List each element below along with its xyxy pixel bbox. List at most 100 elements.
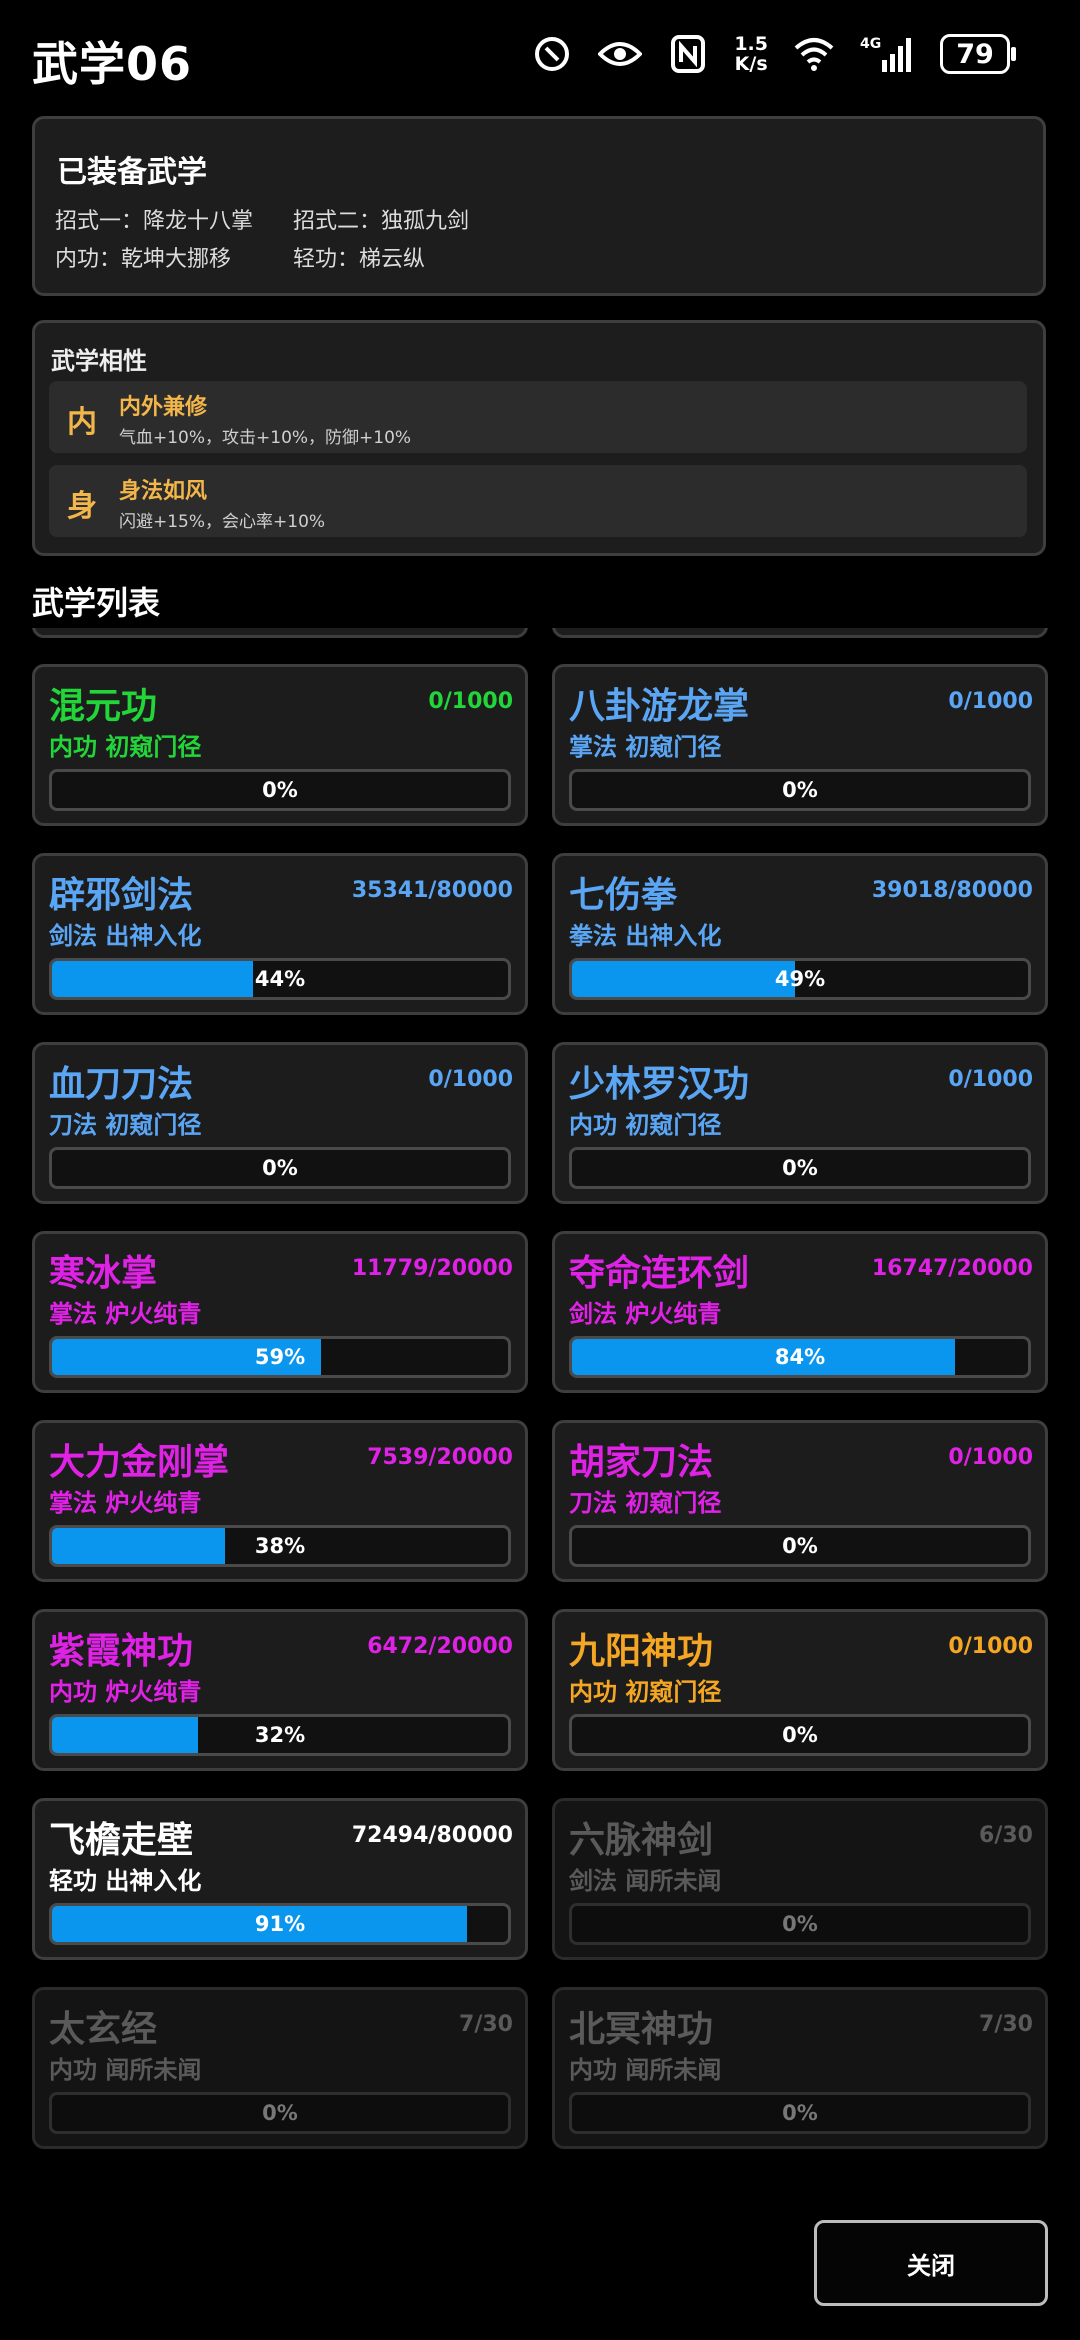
close-button[interactable]: 关闭 [814,2220,1048,2306]
skill-type-level: 内功 炉火纯青 [49,1678,202,1706]
skill-progress: 6/30 [979,1823,1033,1848]
wifi-icon [792,32,836,76]
affinity-desc: 气血+10%，攻击+10%，防御+10% [119,428,412,448]
skill-card[interactable]: 八卦游龙掌 0/1000 掌法 初窥门径 0% [552,664,1048,826]
skill-type-level: 内功 闻所未闻 [569,2056,722,2084]
skill-type-level: 内功 初窥门径 [569,1111,722,1139]
silent-mode-icon [530,32,574,76]
skill-card[interactable]: 大力金刚掌 7539/20000 掌法 炉火纯青 38% [32,1420,528,1582]
skill-card[interactable]: 北冥神功 7/30 内功 闻所未闻 0% [552,1987,1048,2149]
skill-list[interactable]: 混元功 0/1000 内功 初窥门径 0% 八卦游龙掌 0/1000 掌法 初窥门径 0% 辟邪… [32,628,1048,2158]
skill-name: 大力金刚掌 [49,1442,230,1483]
progress-percent: 0% [782,1534,818,1558]
affinity-name: 内外兼修 [119,395,208,420]
battery-icon: 79 [940,34,1016,74]
affinity-name: 身法如风 [119,479,208,504]
skill-card[interactable]: 血刀刀法 0/1000 刀法 初窥门径 0% [32,1042,528,1204]
affinity-desc: 闪避+15%，会心率+10% [119,512,326,532]
skill-name: 六脉神剑 [569,1820,714,1861]
skill-card[interactable]: 辟邪剑法 35341/80000 剑法 出神入化 44% [32,853,528,1015]
skill-progress: 0/1000 [428,689,513,714]
progress-bar: 59% [49,1336,511,1378]
skill-type-level: 剑法 闻所未闻 [569,1867,722,1895]
skill-card[interactable]: 胡家刀法 0/1000 刀法 初窥门径 0% [552,1420,1048,1582]
skill-progress: 0/1000 [948,1634,1033,1659]
skill-card[interactable]: 寒冰掌 11779/20000 掌法 炉火纯青 59% [32,1231,528,1393]
skill-name: 血刀刀法 [49,1064,194,1105]
skill-progress: 16747/20000 [871,1256,1033,1281]
progress-percent: 0% [782,778,818,802]
progress-percent: 0% [262,778,298,802]
affinity-panel: 武学相性 内 内外兼修 气血+10%，攻击+10%，防御+10% 身 身法如风 … [32,320,1046,556]
progress-percent: 44% [254,967,306,991]
skill-card[interactable]: 少林罗汉功 0/1000 内功 初窥门径 0% [552,1042,1048,1204]
net-speed: 1.5 K/s [734,33,768,75]
skill-card[interactable]: 飞檐走壁 72494/80000 轻功 出神入化 91% [32,1798,528,1960]
progress-percent: 49% [774,967,826,991]
skill-progress: 7/30 [979,2012,1033,2037]
progress-bar: 32% [49,1714,511,1756]
skill-card[interactable]: 七伤拳 39018/80000 拳法 出神入化 49% [552,853,1048,1015]
skill-type-level: 内功 闻所未闻 [49,2056,202,2084]
skill-card[interactable]: 太玄经 7/30 内功 闻所未闻 0% [32,1987,528,2149]
skill-type-level: 掌法 初窥门径 [569,733,722,761]
app-title: 武学06 [32,37,193,91]
progress-percent: 32% [254,1723,306,1747]
skill-type-level: 掌法 炉火纯青 [49,1300,202,1328]
progress-percent: 0% [782,1156,818,1180]
progress-bar: 0% [569,1147,1031,1189]
nfc-icon [666,32,710,76]
progress-bar: 91% [49,1903,511,1945]
skill-name: 七伤拳 [569,875,678,916]
skill-name: 飞檐走壁 [49,1820,194,1861]
progress-bar: 44% [49,958,511,1000]
skill-card[interactable]: 混元功 0/1000 内功 初窥门径 0% [32,664,528,826]
skill-name: 胡家刀法 [569,1442,714,1483]
skill-progress: 11779/20000 [351,1256,513,1281]
skill-list-title: 武学列表 [32,584,161,622]
skill-progress: 35341/80000 [351,878,513,903]
progress-bar: 0% [569,2092,1031,2134]
progress-percent: 38% [254,1534,306,1558]
skill-progress: 0/1000 [948,689,1033,714]
skill-type-level: 剑法 炉火纯青 [569,1300,722,1328]
skill-type-level: 刀法 初窥门径 [49,1111,202,1139]
progress-percent: 59% [254,1345,306,1369]
skill-type-level: 剑法 出神入化 [49,922,202,950]
progress-percent: 0% [262,1156,298,1180]
skill-name: 九阳神功 [569,1631,714,1672]
affinity-item: 身 身法如风 闪避+15%，会心率+10% [49,465,1027,537]
skill-card[interactable]: 紫霞神功 6472/20000 内功 炉火纯青 32% [32,1609,528,1771]
skill-card[interactable]: 九阳神功 0/1000 内功 初窥门径 0% [552,1609,1048,1771]
skill-progress: 39018/80000 [871,878,1033,903]
skill-type-level: 内功 初窥门径 [569,1678,722,1706]
progress-percent: 0% [262,2101,298,2125]
progress-bar: 0% [569,1714,1031,1756]
equipped-inner: 内功：乾坤大挪移 [55,247,232,272]
svg-text:4G: 4G [860,36,881,52]
status-icons: 1.5 K/s 4G 79 [530,32,1016,76]
progress-percent: 0% [782,1723,818,1747]
progress-bar: 38% [49,1525,511,1567]
skill-card-partial[interactable] [552,628,1048,638]
skill-type-level: 轻功 出神入化 [49,1867,202,1895]
signal-icon: 4G [860,32,916,76]
progress-bar: 84% [569,1336,1031,1378]
skill-progress: 7539/20000 [367,1445,513,1470]
skill-name: 北冥神功 [569,2009,714,2050]
status-bar: 武学06 1.5 K/s 4G 79 [0,0,1080,120]
skill-name: 少林罗汉功 [569,1064,750,1105]
progress-percent: 91% [254,1912,306,1936]
skill-name: 辟邪剑法 [49,875,194,916]
equipped-light: 轻功：梯云纵 [293,247,426,272]
equipped-title: 已装备武学 [57,155,207,190]
skill-card[interactable]: 六脉神剑 6/30 剑法 闻所未闻 0% [552,1798,1048,1960]
progress-bar: 0% [49,2092,511,2134]
skill-card-partial[interactable] [32,628,528,638]
skill-card[interactable]: 夺命连环剑 16747/20000 剑法 炉火纯青 84% [552,1231,1048,1393]
skill-type-level: 刀法 初窥门径 [569,1489,722,1517]
progress-bar: 0% [49,769,511,811]
progress-percent: 0% [782,1912,818,1936]
equipped-panel: 已装备武学 招式一：降龙十八掌 招式二：独孤九剑 内功：乾坤大挪移 轻功：梯云纵 [32,116,1046,296]
progress-percent: 0% [782,2101,818,2125]
